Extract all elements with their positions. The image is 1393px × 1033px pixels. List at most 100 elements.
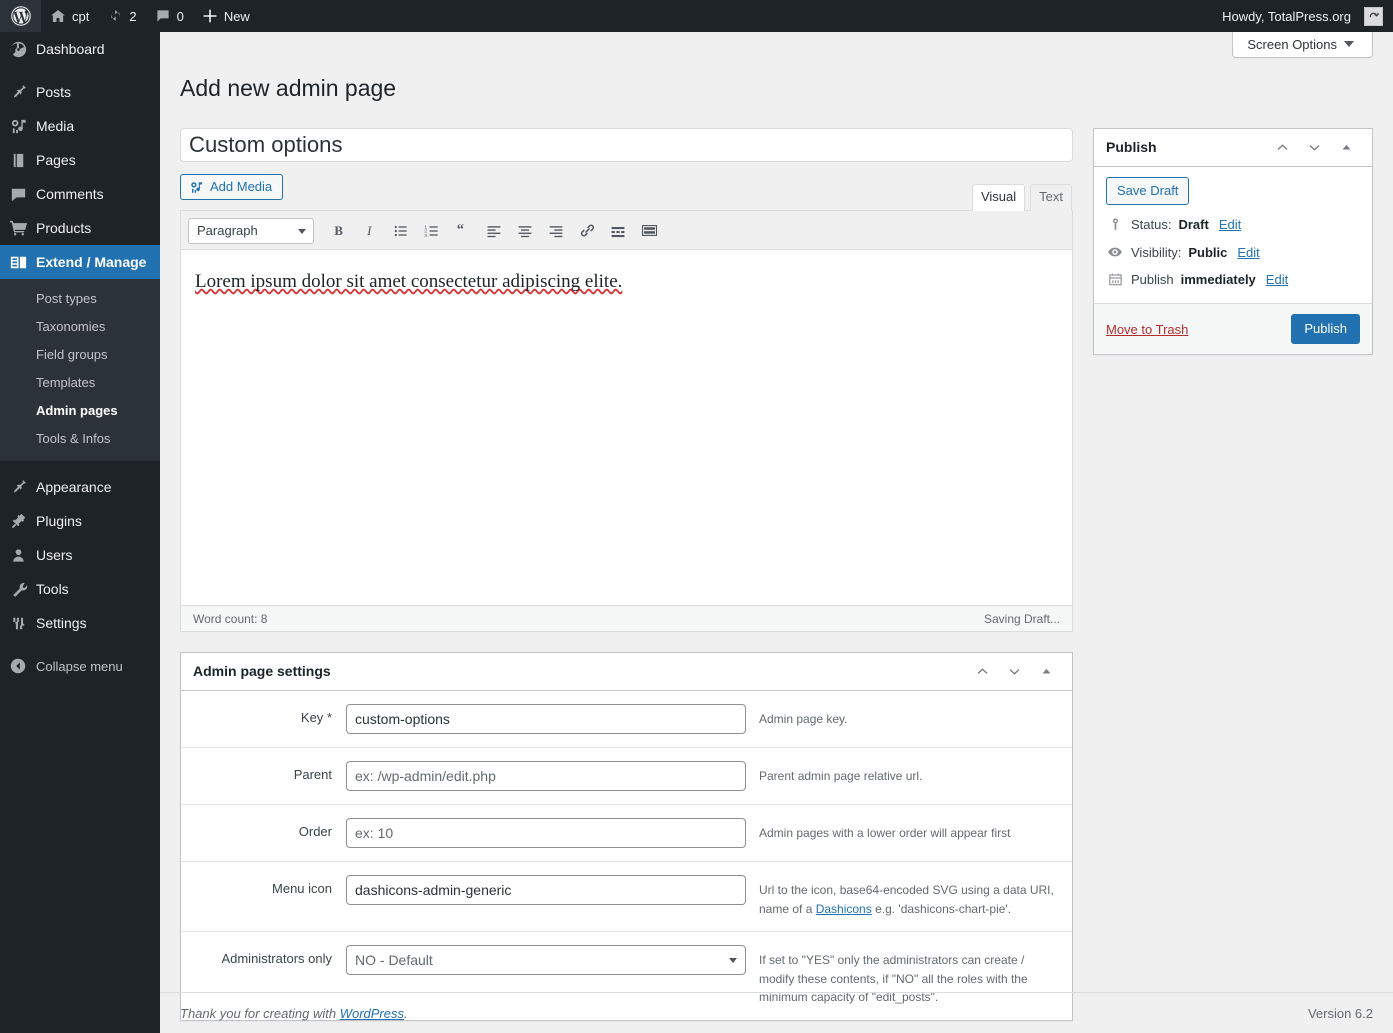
post-status-pin-icon <box>1106 217 1124 232</box>
order-input[interactable] <box>346 818 746 848</box>
field-label-text: Key <box>300 710 324 725</box>
comments-count: 0 <box>176 8 184 24</box>
wordpress-logo-icon <box>11 6 31 26</box>
dashicons-link[interactable]: Dashicons <box>816 902 872 916</box>
chevron-down-icon[interactable] <box>1000 658 1028 686</box>
administrators-only-select[interactable]: NO - Default <box>346 945 746 976</box>
sidebar-item-appearance[interactable]: Appearance <box>0 470 160 504</box>
collapse-arrow-icon <box>0 657 36 675</box>
field-input-menu-icon <box>346 875 746 905</box>
sidebar-item-products[interactable]: Products <box>0 211 160 245</box>
sidebar-item-comments[interactable]: Comments <box>0 177 160 211</box>
dashboard-icon <box>0 40 36 59</box>
edit-visibility-link[interactable]: Edit <box>1237 245 1259 260</box>
field-desc-menu-icon: Url to the icon, base64-encoded SVG usin… <box>746 875 1056 918</box>
post-title-input[interactable] <box>180 128 1073 162</box>
align-center-icon[interactable] <box>510 217 540 245</box>
chevron-down-icon[interactable] <box>1300 134 1328 162</box>
sidebar-subitem-tools-infos[interactable]: Tools & Infos <box>0 425 160 453</box>
misc-publishing-actions: Status: Draft Edit Visibility: Public Ed… <box>1094 205 1372 303</box>
chevron-up-icon[interactable] <box>968 658 996 686</box>
post-body-side-column: Publish Save Draft Status: Draft Edit Vi… <box>1093 128 1373 375</box>
align-left-icon[interactable] <box>479 217 509 245</box>
users-icon <box>0 546 36 565</box>
sidebar-subitem-templates[interactable]: Templates <box>0 369 160 397</box>
toolbar-toggle-icon[interactable] <box>634 217 664 245</box>
wordpress-link[interactable]: WordPress <box>340 1006 404 1021</box>
field-row-menu-icon: Menu icon Url to the icon, base64-encode… <box>181 862 1072 933</box>
tab-visual[interactable]: Visual <box>971 184 1026 212</box>
bold-icon[interactable]: B <box>324 217 354 245</box>
italic-icon[interactable]: I <box>355 217 385 245</box>
sidebar-item-posts[interactable]: Posts <box>0 75 160 109</box>
sidebar-submenu: Post types Taxonomies Field groups Templ… <box>0 279 160 461</box>
editor-mode-tabs: Visual Text <box>967 178 1072 212</box>
sidebar-item-media[interactable]: Media <box>0 109 160 143</box>
sidebar-subitem-field-groups[interactable]: Field groups <box>0 341 160 369</box>
key-input[interactable] <box>346 704 746 734</box>
bulleted-list-icon[interactable] <box>386 217 416 245</box>
new-content-label: New <box>223 8 250 24</box>
publish-button[interactable]: Publish <box>1291 314 1360 344</box>
tools-wrench-icon <box>0 580 36 599</box>
triangle-up-icon[interactable] <box>1332 134 1360 162</box>
post-status-value: Draft <box>1178 217 1209 232</box>
plus-icon <box>202 8 218 24</box>
chevron-up-icon[interactable] <box>1268 134 1296 162</box>
word-count-label: Word count: 8 <box>193 611 268 626</box>
sidebar-item-label: Posts <box>36 84 72 100</box>
triangle-up-icon[interactable] <box>1032 658 1060 686</box>
site-name-menu[interactable]: cpt <box>41 0 98 32</box>
sidebar-subitem-post-types[interactable]: Post types <box>0 285 160 313</box>
read-more-icon[interactable] <box>603 217 633 245</box>
field-label-text: Parent <box>293 767 332 782</box>
footer-thanks-pre: Thank you for creating with <box>180 1005 340 1021</box>
editor-status-bar: Word count: 8 Saving Draft... <box>181 605 1072 631</box>
tab-text[interactable]: Text <box>1030 184 1072 212</box>
publish-panel-header: Publish <box>1094 129 1372 167</box>
field-input-key <box>346 704 746 734</box>
insert-link-icon[interactable] <box>572 217 602 245</box>
post-schedule-label: Publish <box>1131 272 1174 287</box>
add-media-button[interactable]: Add Media <box>180 174 284 200</box>
numbered-list-icon[interactable]: 123 <box>417 217 447 245</box>
calendar-icon <box>1106 272 1124 287</box>
sidebar-item-users[interactable]: Users <box>0 538 160 572</box>
editor-content-area[interactable]: Lorem ipsum dolor sit amet consectetur a… <box>181 250 1072 605</box>
publish-panel-title: Publish <box>1106 138 1157 155</box>
sidebar-item-settings[interactable]: Settings <box>0 606 160 640</box>
sidebar-subitem-taxonomies[interactable]: Taxonomies <box>0 313 160 341</box>
sidebar-item-dashboard[interactable]: Dashboard <box>0 32 160 66</box>
edit-schedule-link[interactable]: Edit <box>1266 272 1288 287</box>
save-draft-button[interactable]: Save Draft <box>1106 177 1190 205</box>
parent-input[interactable] <box>346 761 746 791</box>
sidebar-item-plugins[interactable]: Plugins <box>0 504 160 538</box>
cart-icon <box>0 219 36 238</box>
menu-icon-input[interactable] <box>346 875 746 905</box>
field-desc-parent: Parent admin page relative url. <box>759 769 923 783</box>
sidebar-item-tools[interactable]: Tools <box>0 572 160 606</box>
edit-status-link[interactable]: Edit <box>1219 217 1241 232</box>
move-to-trash-link[interactable]: Move to Trash <box>1106 322 1188 337</box>
collapse-menu-button[interactable]: Collapse menu <box>0 649 160 683</box>
collapse-menu-label: Collapse menu <box>36 658 123 674</box>
sidebar-subitem-admin-pages[interactable]: Admin pages <box>0 397 160 425</box>
updates-menu[interactable]: 2 <box>98 0 145 32</box>
sidebar-item-extend-manage[interactable]: Extend / Manage <box>0 245 168 279</box>
comments-menu[interactable]: 0 <box>146 0 193 32</box>
post-status-label: Status: <box>1131 217 1172 232</box>
media-buttons-bar: Add Media <box>180 162 1073 210</box>
post-visibility-label: Visibility: <box>1131 244 1182 260</box>
wordpress-logo-button[interactable] <box>0 0 41 32</box>
major-publishing-actions: Move to Trash Publish <box>1094 303 1372 354</box>
align-right-icon[interactable] <box>541 217 571 245</box>
admin-content-area: Screen Options Add new admin page Add Me… <box>160 32 1393 1033</box>
sidebar-item-pages[interactable]: Pages <box>0 143 160 177</box>
new-content-menu[interactable]: New <box>193 0 259 32</box>
my-account-menu[interactable]: Howdy, TotalPress.org <box>1213 0 1387 32</box>
screen-options-button[interactable]: Screen Options <box>1232 32 1373 58</box>
paragraph-format-select[interactable]: Paragraph <box>188 217 314 244</box>
settings-sliders-icon <box>0 614 36 633</box>
admin-bar-right: Howdy, TotalPress.org <box>1213 0 1393 32</box>
blockquote-icon[interactable]: “ <box>448 217 478 245</box>
